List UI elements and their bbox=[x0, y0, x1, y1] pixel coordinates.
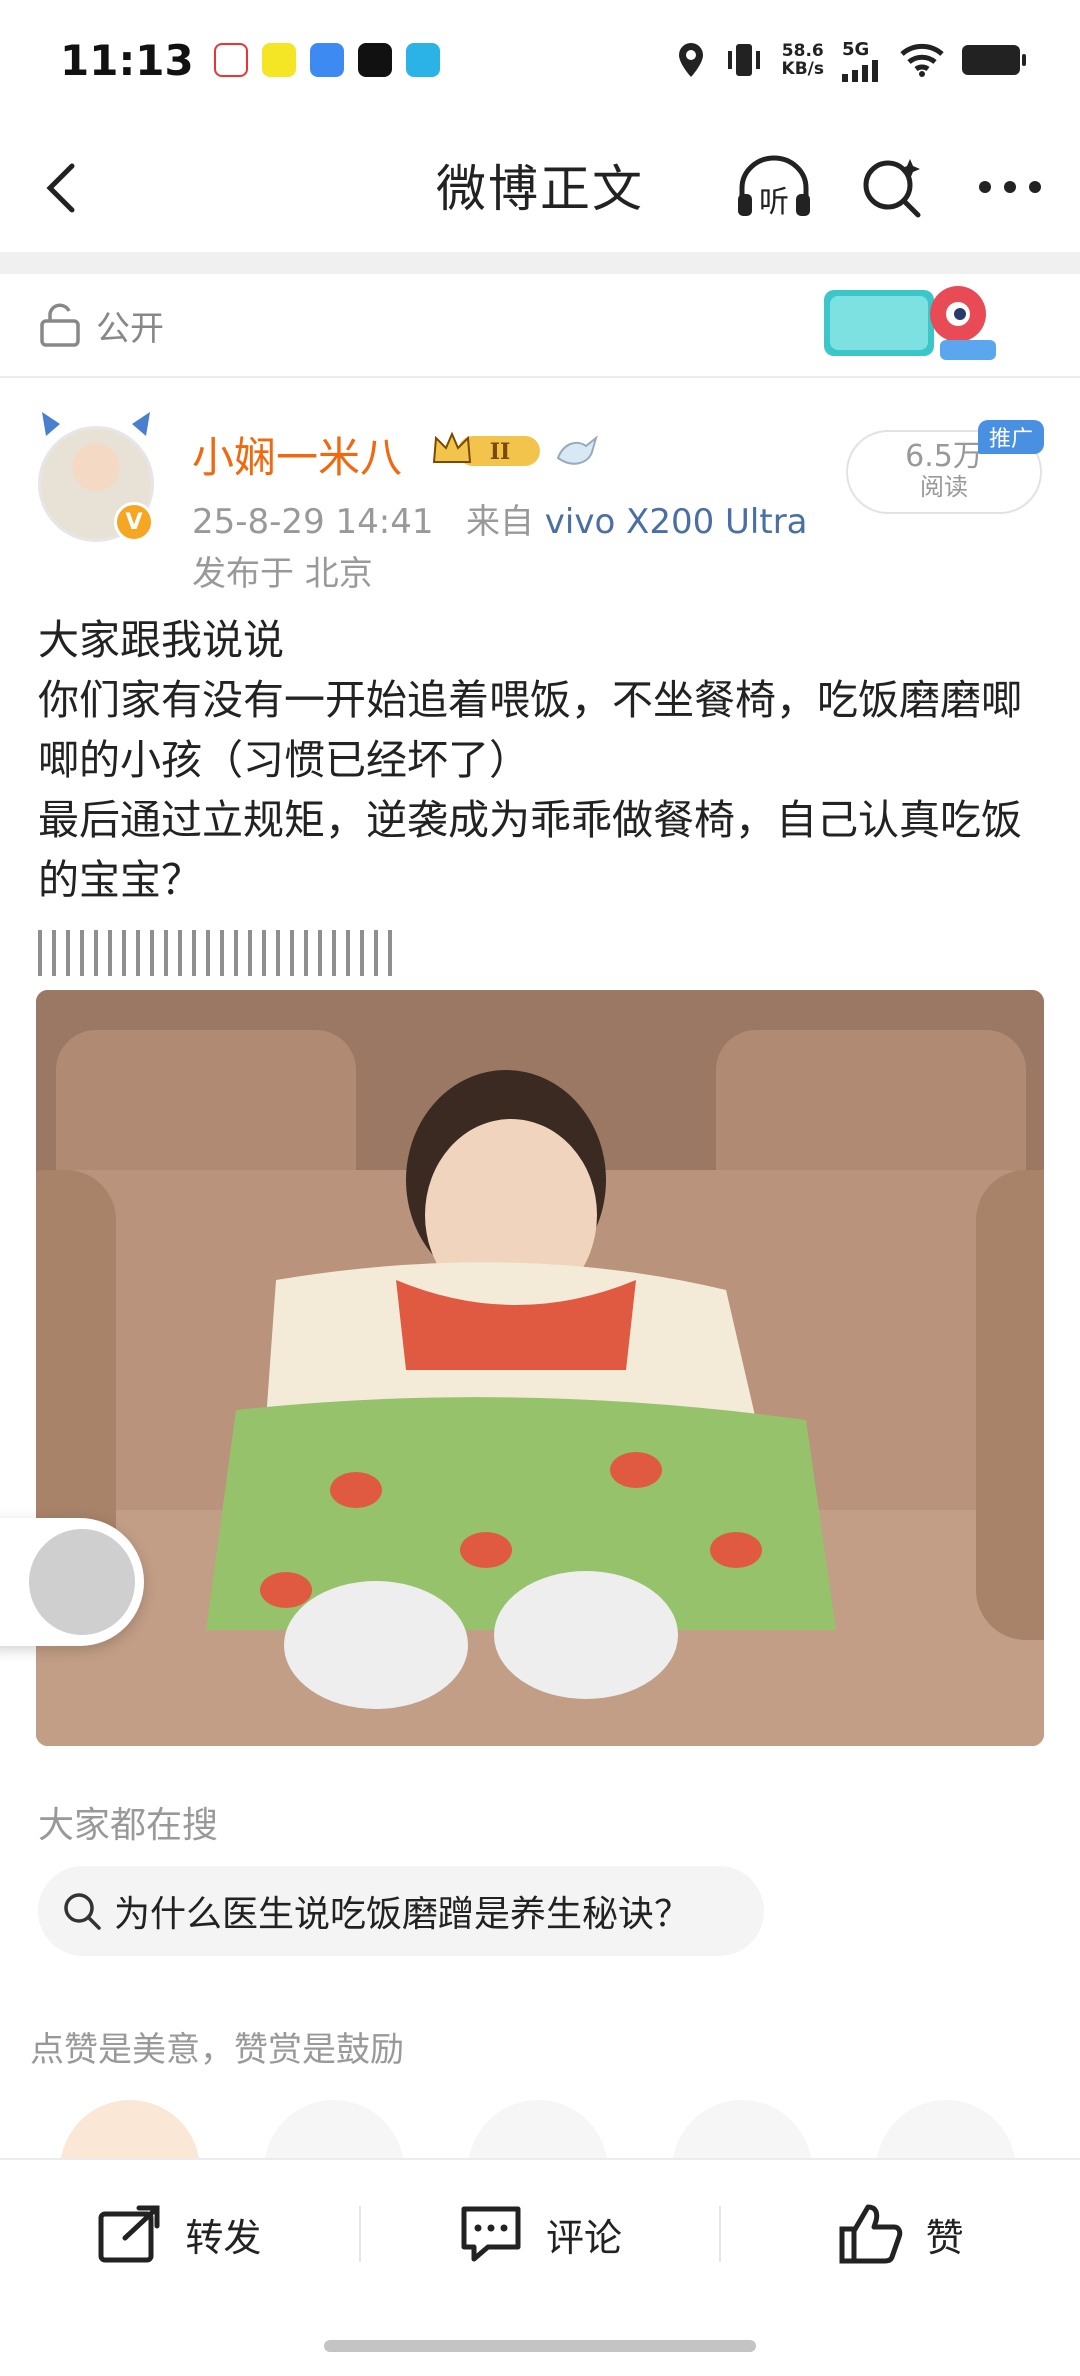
airline-app-icon bbox=[213, 43, 248, 77]
cell-signal: 5G bbox=[842, 39, 882, 82]
national-day-reviewer-badge-icon[interactable] bbox=[820, 278, 1002, 368]
post-date: 25-8-29 14:41 bbox=[192, 502, 434, 542]
vibrate-icon bbox=[727, 44, 760, 76]
trending-search-text: 为什么医生说吃饭磨蹭是养生秘诀？ bbox=[114, 1894, 691, 1935]
wifi-icon bbox=[900, 43, 944, 77]
post-meta: 25-8-29 14:41 来自 vivo X200 Ultra bbox=[192, 494, 808, 543]
net-speed: 58.6 KB/s bbox=[782, 42, 824, 78]
comment-button[interactable]: 评论 bbox=[361, 2203, 720, 2265]
author-name[interactable]: 小娴一米八 bbox=[192, 424, 402, 485]
verified-badge-icon: V bbox=[114, 502, 154, 542]
battery-icon bbox=[962, 45, 1026, 75]
network-type: 5G bbox=[842, 38, 870, 60]
net-speed-unit: KB/s bbox=[781, 59, 824, 79]
thumbs-up-icon bbox=[839, 2204, 902, 2264]
net-speed-value: 58.6 bbox=[781, 41, 824, 61]
section-divider bbox=[0, 252, 1080, 274]
notification-icons bbox=[213, 43, 440, 77]
vip-crown-badge-icon[interactable]: II bbox=[430, 428, 544, 472]
yellow-app-icon bbox=[261, 43, 296, 77]
blue-app-icon bbox=[309, 43, 344, 77]
top-nav: 微博正文 听 bbox=[0, 120, 1080, 250]
home-indicator[interactable] bbox=[324, 2340, 756, 2352]
status-right: 58.6 KB/s 5G bbox=[676, 39, 1026, 82]
visibility-row: 公开 bbox=[0, 274, 1080, 378]
search-icon bbox=[64, 1893, 101, 1930]
listen-button[interactable]: 听 bbox=[734, 152, 814, 222]
status-time: 11:13 bbox=[60, 35, 194, 85]
listen-label: 听 bbox=[759, 185, 789, 220]
comment-icon bbox=[461, 2206, 521, 2262]
status-bar: 11:13 58.6 KB/s 5G bbox=[0, 0, 1080, 120]
floating-widget-button[interactable] bbox=[0, 1518, 144, 1646]
repost-button[interactable]: 转发 bbox=[0, 2204, 359, 2264]
post-location: 发布于 北京 bbox=[192, 554, 373, 594]
location-icon bbox=[678, 43, 703, 77]
device-link[interactable]: vivo X200 Ultra bbox=[545, 502, 808, 542]
header-actions: 听 bbox=[734, 152, 1050, 222]
repost-label: 转发 bbox=[185, 2215, 262, 2260]
search-sparkle-icon bbox=[863, 159, 921, 218]
visibility-label: 公开 bbox=[96, 308, 164, 349]
headphones-icon: 听 bbox=[738, 155, 810, 220]
truncated-text-line bbox=[38, 930, 398, 976]
more-dots-icon bbox=[979, 181, 1041, 193]
post-image[interactable] bbox=[36, 990, 1044, 1746]
reward-tip: 点赞是美意，赞赏是鼓励 bbox=[30, 2030, 404, 2070]
like-label: 赞 bbox=[925, 2215, 964, 2260]
post-body: 大家跟我说说 你们家有没有一开始追着喂饭，不坐餐椅，吃饭磨磨唧唧的小孩（习惯已经… bbox=[38, 616, 1022, 904]
trending-search-heading: 大家都在搜 bbox=[38, 1805, 219, 1846]
floating-widget-icon bbox=[29, 1529, 135, 1635]
reward-options bbox=[60, 2100, 1020, 2240]
bottom-action-bar: 转发 评论 赞 bbox=[0, 2158, 1080, 2308]
page-title: 微博正文 bbox=[436, 160, 644, 218]
repost-icon bbox=[98, 2205, 160, 2263]
trending-search-suggestion[interactable]: 为什么医生说吃饭磨蹭是养生秘诀？ bbox=[38, 1866, 764, 1956]
vip-level: II bbox=[490, 439, 511, 465]
more-button[interactable] bbox=[970, 152, 1050, 222]
post-image-illustration bbox=[36, 990, 1044, 1746]
comment-label: 评论 bbox=[546, 2215, 623, 2260]
search-button[interactable] bbox=[852, 152, 932, 222]
black-app-icon bbox=[357, 43, 392, 77]
read-label: 阅读 bbox=[920, 473, 968, 501]
unlock-icon bbox=[40, 303, 80, 347]
source-prefix: 来自 bbox=[465, 502, 534, 542]
bird-badge-icon bbox=[556, 435, 598, 465]
signal-icon bbox=[842, 59, 878, 82]
cyan-app-icon bbox=[405, 43, 440, 77]
like-button[interactable]: 赞 bbox=[721, 2201, 1080, 2267]
promo-tag: 推广 bbox=[978, 420, 1044, 454]
back-arrow-icon[interactable] bbox=[34, 158, 94, 218]
